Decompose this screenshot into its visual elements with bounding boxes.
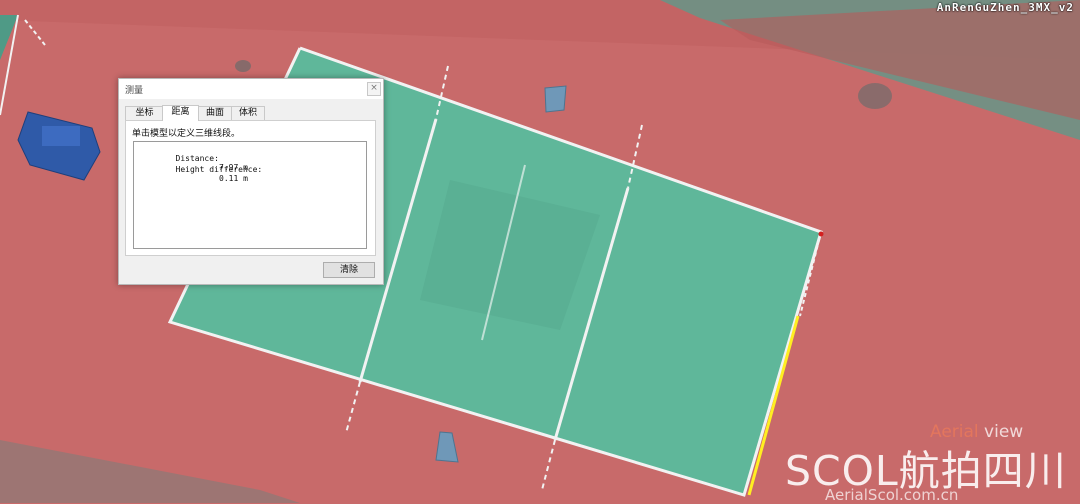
ground-mark	[235, 60, 251, 72]
distance-panel: 单击模型以定义三维线段。 Distance: 7.97 m Height dif…	[125, 120, 376, 256]
dialog-titlebar[interactable]: 测量 ×	[119, 79, 383, 99]
result-row-height: Height difference: 0.11 m	[137, 156, 263, 192]
tab-coordinates[interactable]: 坐标	[125, 106, 164, 120]
height-difference-value: 0.11 m	[219, 174, 248, 183]
tab-surface[interactable]: 曲面	[198, 106, 232, 120]
close-icon[interactable]: ×	[367, 82, 381, 96]
results-textbox[interactable]: Distance: 7.97 m Height difference: 0.11…	[133, 141, 367, 249]
pole-marker-top	[544, 85, 567, 113]
clear-button[interactable]: 清除	[323, 262, 375, 278]
ground-stain	[858, 83, 892, 109]
dialog-title: 测量	[125, 86, 144, 96]
height-difference-label: Height difference:	[175, 165, 263, 174]
blue-structure-top	[42, 126, 80, 146]
measurement-point	[818, 231, 824, 237]
instruction-text: 单击模型以定义三维线段。	[132, 129, 241, 139]
tab-distance[interactable]: 距离	[162, 105, 199, 121]
measurement-dialog: 测量 × 坐标 距离 曲面 体积 单击模型以定义三维线段。 Distance: …	[118, 78, 384, 285]
watermark-site: AerialScol.com.cn	[825, 486, 959, 504]
project-title: AnRenGuZhen_3MX_v2	[936, 1, 1074, 14]
tab-volume[interactable]: 体积	[231, 106, 265, 120]
